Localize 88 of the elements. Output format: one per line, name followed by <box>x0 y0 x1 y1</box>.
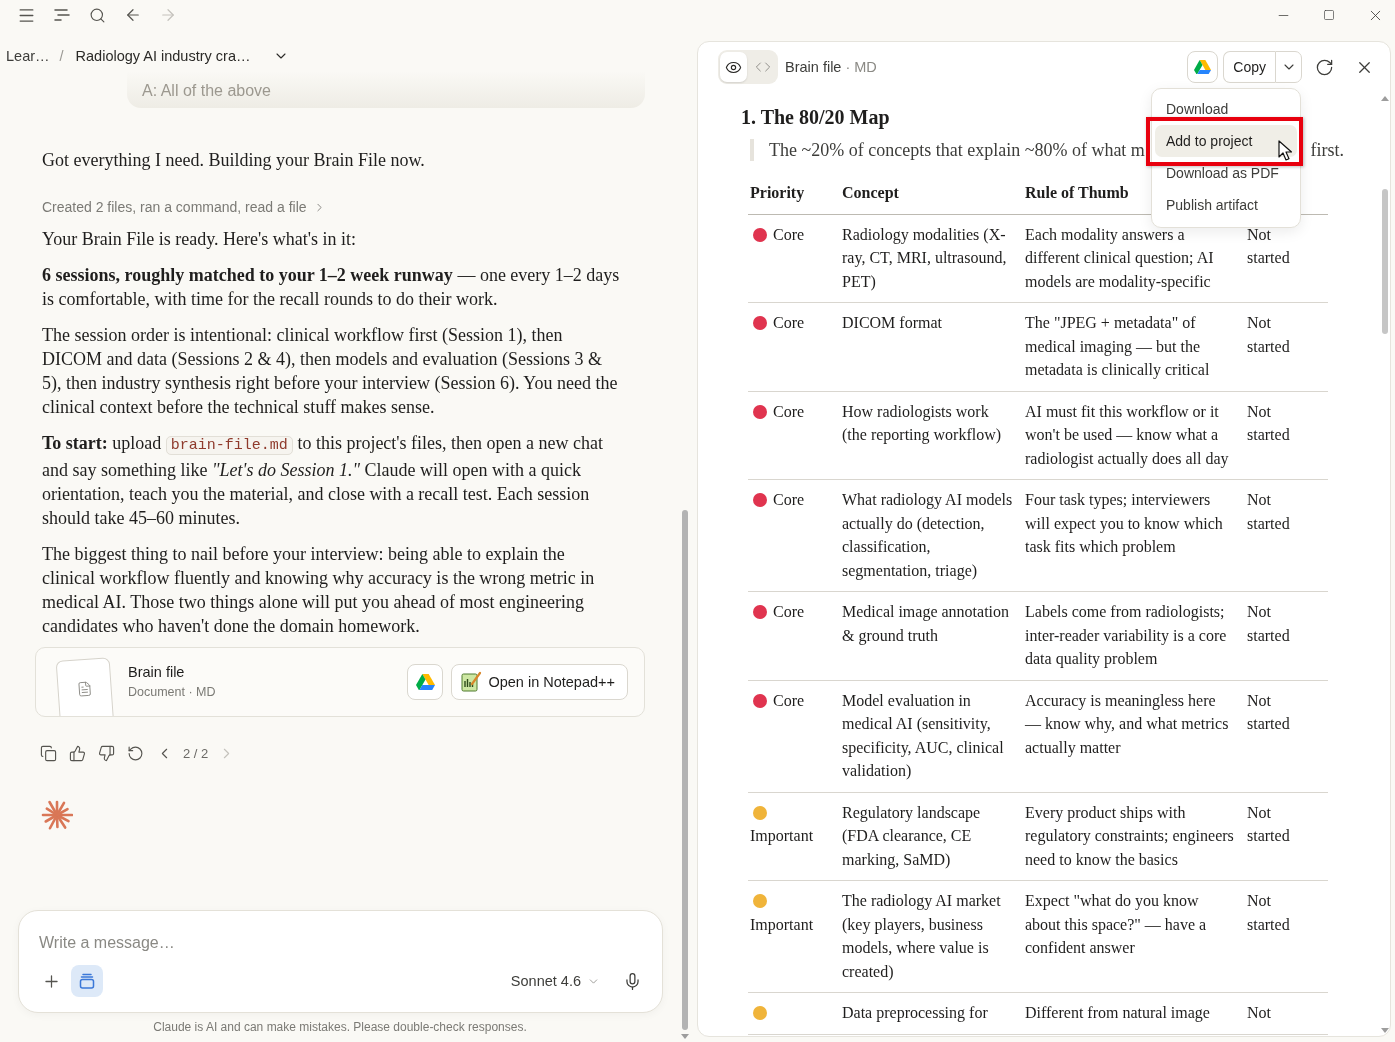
message-text: 6 sessions, roughly matched to your 1–2 week runway — one every 1–2 days is comfortable, with time for the recall rounds to do their work. <box>42 264 621 311</box>
drive-logo-icon <box>415 673 435 691</box>
table-cell: Data preprocessing for <box>840 992 1023 1034</box>
column-header: Priority <box>748 172 840 214</box>
table-cell: What radiology AI models actually do (detection, classification, segmentation, triage) <box>840 479 1023 592</box>
scroll-up-arrow-icon[interactable] <box>1381 96 1389 101</box>
table-cell: Not started <box>1245 391 1328 480</box>
search-icon[interactable] <box>88 6 106 24</box>
message-text: A: All of the above <box>142 81 271 100</box>
scroll-down-arrow-icon[interactable] <box>681 1034 689 1039</box>
priority-label: Core <box>773 225 805 243</box>
table-cell: Regulatory landscape (FDA clearance, CE marking, SaMD) <box>840 792 1023 881</box>
drive-logo-icon <box>1194 59 1212 75</box>
table-cell: Labels come from radiologists; inter-reader variability is a core data quality problem <box>1023 591 1245 680</box>
retry-icon[interactable] <box>127 744 144 762</box>
priority-label: Important <box>750 915 814 933</box>
table-cell: Accuracy is meaningless here — know why, and what metrics actually matter <box>1023 680 1245 792</box>
file-title: Brain file <box>128 663 186 682</box>
message-input[interactable]: Write a message… <box>39 931 642 955</box>
save-to-drive-button[interactable] <box>407 664 444 700</box>
page-counter: 2 / 2 <box>183 745 209 761</box>
disclaimer-text: Claude is AI and can make mistakes. Please double-check responses. <box>153 1020 527 1034</box>
quote-text: The ~20% of concepts that explain ~80% of what m <box>769 139 1145 161</box>
document-heading: 1. The 80/20 Map <box>741 105 890 130</box>
document-icon <box>76 680 94 698</box>
open-in-app-button[interactable]: Open in Notepad++ <box>451 664 628 700</box>
table-cell: Not started <box>1245 591 1328 680</box>
thumbs-up-icon[interactable] <box>69 744 86 762</box>
model-selector[interactable]: Sonnet 4.6 <box>510 973 600 989</box>
table-cell: Not started <box>1245 880 1328 993</box>
maximize-icon[interactable] <box>1323 9 1335 21</box>
copy-button[interactable]: Copy <box>1223 51 1275 83</box>
priority-label: Core <box>773 691 805 709</box>
stack-icon <box>78 972 96 990</box>
priority-label: Core <box>773 603 805 620</box>
project-button[interactable] <box>71 965 103 997</box>
save-to-drive-button[interactable] <box>1187 51 1219 83</box>
table-cell: The radiology AI market (key players, business models, where value is created) <box>840 880 1023 993</box>
table-cell: The "JPEG + metadata" of medical imaging — but the metadata is clinically critical <box>1023 302 1245 391</box>
breadcrumb-separator: / <box>59 48 64 64</box>
table-cell: Medical image annotation & ground truth <box>840 591 1023 680</box>
table-cell: Not started <box>1245 680 1328 792</box>
message-text: The biggest thing to nail before your interview: being able to explain the clinical workflow fluently and knowing why accuracy is the wrong metric in medical AI. Those two things alone will put you ahead of most engineering candidates who haven't done the domain homework. <box>42 543 596 638</box>
thumbs-down-icon[interactable] <box>98 744 115 762</box>
table-cell: Not started <box>1245 792 1328 881</box>
code-icon <box>754 59 771 75</box>
file-card[interactable]: Brain file Document · MD Open in Notepad++ <box>35 647 645 717</box>
table-cell: Not started <box>1245 302 1328 391</box>
priority-label: Core <box>773 491 805 508</box>
quote-text: first. <box>1310 139 1344 161</box>
file-type-label: Document · MD <box>128 684 216 701</box>
file-type-label: · MD <box>845 59 877 75</box>
table-cell: Expect "what do you know about this space?" — have a confident answer <box>1023 880 1245 993</box>
table-cell: Not started <box>1245 479 1328 592</box>
chat-title-button[interactable]: Radiology AI industry cra… <box>75 48 290 64</box>
inline-code: brain-file.md <box>165 436 293 455</box>
panel-title: Brain file <box>785 59 842 75</box>
scrollbar-thumb[interactable] <box>1382 189 1388 334</box>
project-link[interactable]: Lear… <box>6 48 50 64</box>
list-icon[interactable] <box>53 8 70 22</box>
table-cell: DICOM format <box>840 302 1023 391</box>
column-header: Concept <box>840 172 1023 214</box>
message-text: Your Brain File is ready. Here's what's in it: <box>42 228 357 251</box>
table-cell: Model evaluation in medical AI (sensitivity, specificity, AUC, clinical validation) <box>840 680 1023 792</box>
table-cell: AI must fit this workflow or it won't be used — know what a radiologist actually does all day <box>1023 391 1245 480</box>
preview-tab[interactable] <box>720 52 747 82</box>
notepad-icon <box>460 671 483 693</box>
scrollbar-thumb[interactable] <box>682 510 688 1030</box>
table-cell: Different from natural image <box>1023 992 1245 1034</box>
menu-item[interactable]: Add to project <box>1155 125 1297 157</box>
table-cell: Not <box>1245 992 1328 1034</box>
refresh-icon[interactable] <box>1314 57 1334 77</box>
message-text: The session order is intentional: clinical workflow first (Session 1), then DICOM and data (Sessions 2 & 4), then models and evaluation (Sessions 3 & 5), then industry synthesis right before your interview (Session 6). You need the clinical context before the technical stuff makes sense. <box>42 324 619 419</box>
table-cell: Four task types; interviewers will expect you to know which task fits which problem <box>1023 479 1245 592</box>
scroll-down-arrow-icon[interactable] <box>1381 1028 1389 1033</box>
table-cell: How radiologists work (the reporting workflow) <box>840 391 1023 480</box>
message-text: Got everything I need. Building your Brain File now. <box>42 149 426 172</box>
tool-summary-link[interactable]: Created 2 files, ran a command, read a file <box>42 197 326 217</box>
priority-label: Important <box>750 827 814 844</box>
copy-icon[interactable] <box>40 744 57 762</box>
menu-item[interactable]: Download <box>1155 93 1297 125</box>
starburst-icon <box>41 799 73 831</box>
mouse-pointer-icon <box>1278 140 1292 161</box>
priority-label: Core <box>773 314 805 331</box>
table-cell: Every product ships with regulatory constraints; engineers need to know the basics <box>1023 792 1245 881</box>
message-text: To start: upload brain-file.md to this project's files, then open a new chat and say something like "Let's do Session 1." Claude will open with a quick orientation, teach you the material, and close with a recall test. Each session should take 45–60 minutes. <box>42 432 605 530</box>
priority-label: Core <box>773 402 805 420</box>
table-cell: Radiology modalities (X-ray, CT, MRI, ultrasound, PET) <box>840 214 1023 303</box>
